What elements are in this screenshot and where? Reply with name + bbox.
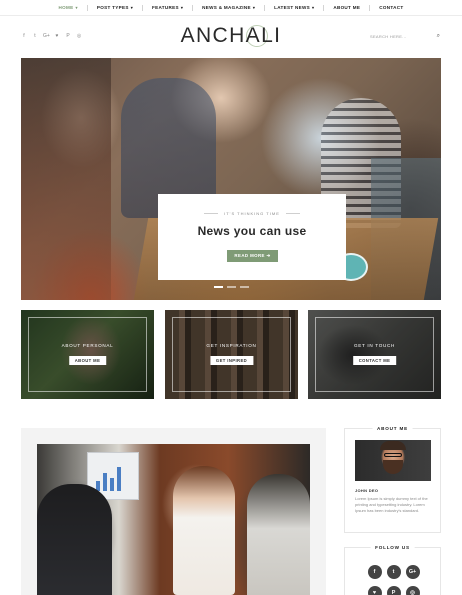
author-bio: Lorem Ipsum is simply dummy text of the … bbox=[355, 496, 428, 513]
chevron-down-icon: ▾ bbox=[180, 5, 184, 10]
hero-kicker-text: IT'S THINKING TIME bbox=[224, 211, 280, 216]
nav-item-label: LATEST NEWS bbox=[274, 5, 311, 10]
slider-dot[interactable] bbox=[239, 286, 249, 288]
slider-dot[interactable] bbox=[226, 286, 236, 288]
avatar-glasses bbox=[384, 453, 402, 457]
promo-title: ABOUT PERSONAL bbox=[61, 343, 114, 348]
follow-icons-row: ♥ P ◎ bbox=[345, 586, 442, 595]
nav-item-label: HOME bbox=[58, 5, 74, 10]
widget-title: ABOUT ME bbox=[372, 426, 413, 431]
main-navigation: HOME ▾ POST TYPES ▾ FEATURES ▾ NEWS & MAGAZ… bbox=[0, 0, 462, 15]
hero-kicker: IT'S THINKING TIME bbox=[158, 211, 346, 216]
widget-title: FOLLOW US bbox=[370, 545, 415, 550]
nav-separator bbox=[142, 4, 144, 11]
hero-title[interactable]: News you can use bbox=[158, 224, 346, 238]
nav-item-about-me[interactable]: ABOUT ME bbox=[333, 5, 360, 10]
chevron-down-icon: ▾ bbox=[312, 5, 315, 10]
slider-dots bbox=[0, 286, 462, 288]
nav-item-post-types[interactable]: POST TYPES ▾ bbox=[97, 5, 133, 10]
promo-box-about[interactable]: ABOUT PERSONAL ABOUT ME bbox=[21, 310, 154, 399]
hero-caption-card: IT'S THINKING TIME News you can use READ… bbox=[158, 194, 346, 280]
nav-item-features[interactable]: FEATURES ▾ bbox=[152, 5, 183, 10]
promo-box-inspiration[interactable]: GET INSPIRATION GET INPIRED bbox=[165, 310, 298, 399]
get-inspired-button[interactable]: GET INPIRED bbox=[209, 356, 254, 365]
about-me-button[interactable]: ABOUT ME bbox=[68, 356, 107, 365]
photo-person bbox=[37, 484, 112, 595]
nav-item-label: NEWS & MAGAZINE bbox=[202, 5, 251, 10]
about-me-widget: ABOUT ME JOHN DEO Lorem Ipsum is simply … bbox=[344, 426, 441, 533]
nav-item-label: POST TYPES bbox=[96, 5, 129, 10]
promo-title: GET INSPIRATION bbox=[206, 343, 257, 348]
promo-box-contact[interactable]: GET IN TOUCH CONTACT ME bbox=[308, 310, 441, 399]
follow-icons-row: f t G+ bbox=[345, 565, 442, 579]
nav-separator bbox=[192, 4, 194, 11]
search-input[interactable]: SEARCH HERE... bbox=[370, 34, 406, 39]
facebook-icon[interactable]: f bbox=[367, 565, 382, 579]
google-plus-icon[interactable]: G+ bbox=[405, 565, 420, 579]
author-name: JOHN DEO bbox=[355, 488, 379, 493]
promo-frame bbox=[315, 317, 434, 392]
twitter-icon[interactable]: t bbox=[386, 565, 401, 579]
nav-separator bbox=[323, 4, 325, 11]
photo-person bbox=[247, 474, 310, 595]
instagram-icon[interactable]: ◎ bbox=[405, 586, 420, 595]
follow-us-widget: FOLLOW US f t G+ ♥ P ◎ bbox=[344, 545, 442, 595]
nav-separator bbox=[369, 4, 371, 11]
chevron-down-icon: ▾ bbox=[75, 5, 78, 10]
nav-separator bbox=[264, 4, 266, 11]
chevron-down-icon: ▾ bbox=[130, 5, 134, 10]
pinterest-icon[interactable]: P bbox=[386, 586, 401, 595]
nav-item-label: FEATURES bbox=[152, 5, 179, 10]
nav-divider bbox=[0, 15, 462, 16]
promo-title: GET IN TOUCH bbox=[353, 343, 396, 348]
author-avatar bbox=[355, 440, 431, 481]
search-icon[interactable]: ⌕ bbox=[437, 33, 440, 40]
promo-frame bbox=[172, 317, 291, 392]
slider-dot[interactable] bbox=[213, 286, 223, 288]
nav-item-home[interactable]: HOME ▾ bbox=[59, 5, 78, 10]
nav-item-contact[interactable]: CONTACT bbox=[379, 5, 403, 10]
nav-item-news-magazine[interactable]: NEWS & MAGAZINE ▾ bbox=[202, 5, 255, 10]
header-search[interactable]: SEARCH HERE... ⌕ bbox=[370, 31, 440, 41]
heart-icon[interactable]: ♥ bbox=[367, 586, 382, 595]
featured-post-image[interactable] bbox=[37, 444, 310, 595]
nav-item-latest-news[interactable]: LATEST NEWS ▾ bbox=[274, 5, 314, 10]
nav-item-label: ABOUT ME bbox=[333, 5, 361, 10]
promo-frame bbox=[28, 317, 147, 392]
hero-photo-person bbox=[21, 58, 111, 300]
photo-person bbox=[173, 466, 235, 595]
avatar-hair bbox=[380, 441, 406, 450]
hero-slider: IT'S THINKING TIME News you can use READ… bbox=[21, 58, 441, 300]
contact-me-button[interactable]: CONTACT ME bbox=[352, 356, 397, 365]
nav-separator bbox=[86, 4, 88, 11]
chevron-down-icon: ▾ bbox=[252, 5, 256, 10]
read-more-button[interactable]: READ MORE ➔ bbox=[227, 250, 278, 262]
nav-item-label: CONTACT bbox=[379, 5, 404, 10]
